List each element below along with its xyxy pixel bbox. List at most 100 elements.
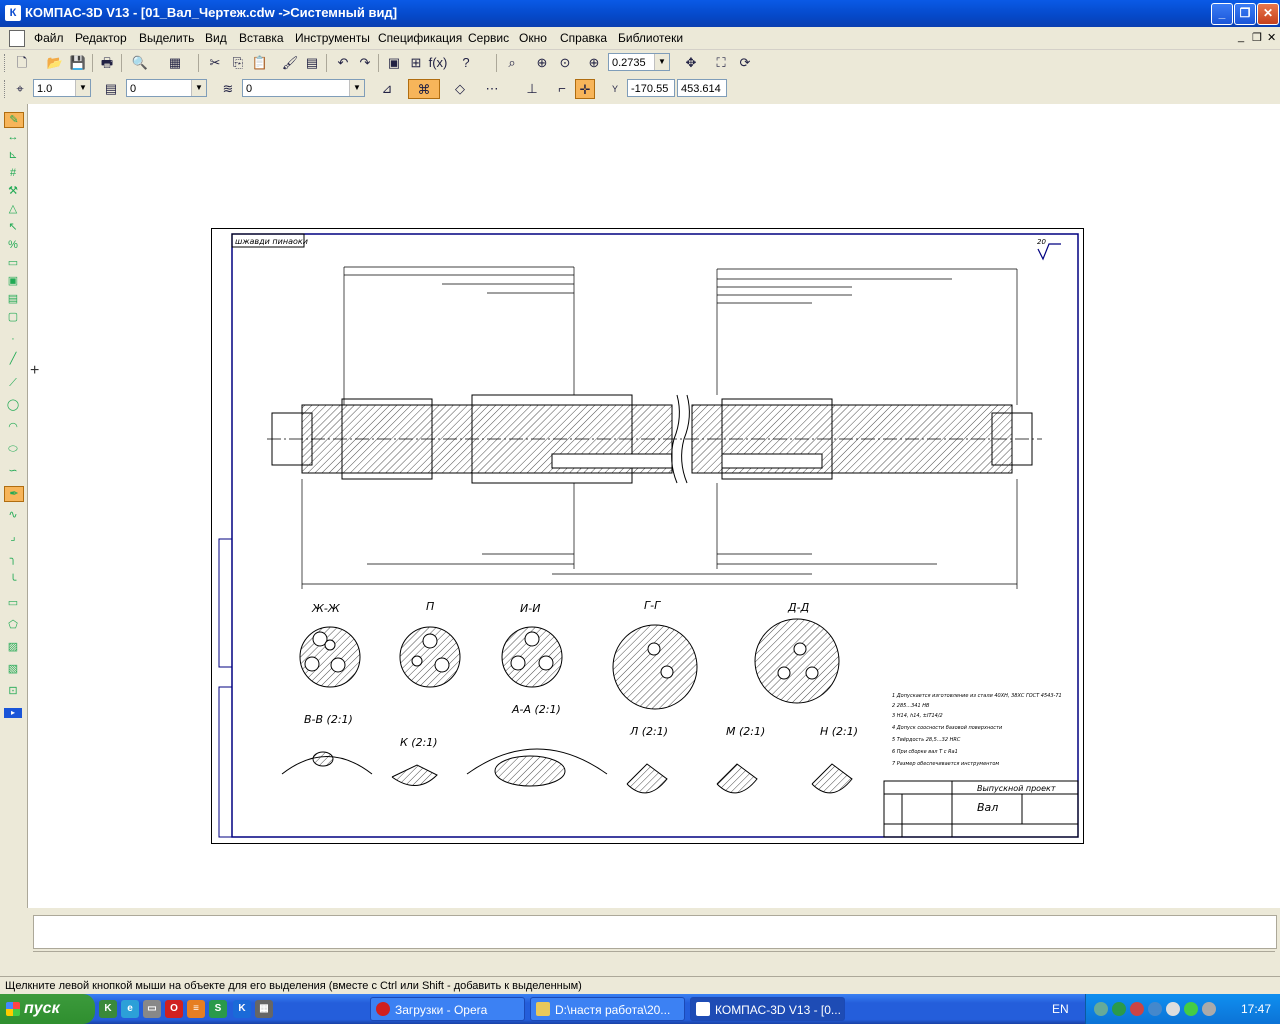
zoom-window-icon[interactable]: ⌕ [502,53,522,73]
menu-libraries[interactable]: Библиотеки [618,31,683,45]
cut-icon[interactable]: ✂ [205,53,225,73]
dimensions-icon[interactable]: ↔ [4,130,22,144]
tray-update-icon[interactable] [1184,1002,1198,1016]
contour-icon[interactable]: ⊡ [4,684,22,698]
measure-icon[interactable]: △ [4,202,22,216]
circle-icon[interactable]: ◯ [4,398,22,412]
menu-view[interactable]: Вид [205,31,227,45]
style-field[interactable]: 0 ▼ [242,79,365,97]
copy-icon[interactable]: ⎘ [228,53,248,73]
chevron-down-icon[interactable]: ▼ [349,80,364,96]
layers-icon[interactable]: ◇ [450,79,470,99]
fill-icon[interactable]: ▧ [4,662,22,676]
fragment-icon[interactable]: ▤ [4,292,22,306]
menu-editor[interactable]: Редактор [75,31,127,45]
preview-icon[interactable]: 🔍 [130,53,150,73]
menu-help[interactable]: Справка [560,31,607,45]
document-icon[interactable] [9,30,25,47]
refresh-icon[interactable]: ⟳ [735,53,755,73]
point-icon[interactable]: · [4,332,22,346]
view-icon[interactable]: ▢ [4,310,22,324]
zoom-icon[interactable]: ⊕ [584,53,604,73]
scale-field[interactable]: 1.0 ▼ [33,79,91,97]
toolbar-grip[interactable] [4,80,8,98]
zoom-in-icon[interactable]: ⊕ [532,53,552,73]
report-icon[interactable]: ▭ [4,256,22,270]
close-button[interactable]: ✕ [1257,3,1279,25]
zoom-scale-icon[interactable]: ⊙ [555,53,575,73]
style-icon[interactable]: ≋ [218,79,238,99]
language-indicator[interactable]: EN [1052,1002,1069,1016]
menu-file[interactable]: Файл [34,31,64,45]
start-button[interactable]: пуск [0,994,95,1024]
chevron-down-icon[interactable]: ▼ [654,54,669,70]
arc-icon[interactable]: ◠ [4,420,22,434]
spline-icon[interactable]: ∽ [4,464,22,478]
segment-icon[interactable]: ╱ [4,352,22,366]
hatch-icon[interactable]: ▨ [4,640,22,654]
quicklaunch-opera-icon[interactable]: O [165,1000,183,1018]
menu-insert[interactable]: Вставка [239,31,284,45]
polygon-icon[interactable]: ⬠ [4,618,22,632]
help-icon[interactable]: ? [456,53,476,73]
ortho-icon[interactable]: ⊥ [522,79,542,99]
menu-window[interactable]: Окно [519,31,547,45]
drawing-sheet[interactable]: шжавди пинаоки 20 Ж-Ж П И-И Г-Г Д-Д В-В … [211,228,1084,844]
round-icon[interactable]: ⌐ [552,79,572,99]
format-brush-icon[interactable]: 🖌 [280,53,300,73]
tray-speaker-icon[interactable] [1202,1002,1216,1016]
minimize-button[interactable]: _ [1211,3,1233,25]
fillet-icon[interactable]: ╮ [4,552,22,566]
paste-icon[interactable]: 📋 [250,53,270,73]
zoom-field[interactable]: 0.2735 ▼ [608,53,670,71]
fillet2-icon[interactable]: ╰ [4,574,22,588]
mdi-restore-button[interactable]: ❐ [1252,31,1262,44]
local-cs-icon[interactable]: ⊿ [377,79,397,99]
new-document-icon[interactable]: 🗋 [12,53,32,73]
menu-specification[interactable]: Спецификация [378,31,462,45]
polyline-icon[interactable]: ∿ [4,508,22,522]
tray-antivirus-icon[interactable] [1130,1002,1144,1016]
tray-volume-icon[interactable] [1166,1002,1180,1016]
grid-icon[interactable]: ⋯ [482,79,502,99]
print-icon[interactable]: 🖶 [97,53,117,73]
quicklaunch-skype-icon[interactable]: S [209,1000,227,1018]
edit-icon[interactable]: # [4,166,22,180]
function-icon[interactable]: f(x) [428,53,448,73]
chevron-down-icon[interactable]: ▼ [191,80,206,96]
layer-icon[interactable]: ▤ [101,79,121,99]
coord-y-field[interactable]: 453.614 [677,79,727,97]
layer-field[interactable]: 0 ▼ [126,79,207,97]
chevron-right-icon[interactable]: ▸ [4,708,22,718]
snap-icon[interactable]: ⌘ [408,79,440,99]
cursor-coordinates-icon[interactable]: ✛ [575,79,595,99]
toolbar-grip[interactable] [4,54,8,72]
tray-network-icon[interactable] [1148,1002,1162,1016]
open-folder-icon[interactable]: 📂 [45,53,65,73]
quicklaunch-explorer-icon[interactable]: ▦ [255,1000,273,1018]
quicklaunch-kompas2-icon[interactable]: K [233,1000,251,1018]
task-kompas[interactable]: КОМПАС-3D V13 - [0... [690,997,845,1021]
menu-tools[interactable]: Инструменты [295,31,370,45]
rectangle-icon[interactable]: ▭ [4,596,22,610]
menu-select[interactable]: Выделить [139,31,194,45]
manager-icon[interactable]: ▦ [165,53,185,73]
spec-icon[interactable]: % [4,238,22,252]
property-area[interactable] [33,915,1277,949]
bezier-icon[interactable]: ✒ [4,486,24,502]
tray-app-icon[interactable] [1094,1002,1108,1016]
mdi-minimize-button[interactable]: _ [1238,31,1244,43]
menu-service[interactable]: Сервис [468,31,509,45]
line-icon[interactable]: ⟋ [4,376,22,390]
chamfer-icon[interactable]: ⌟ [4,530,22,544]
quicklaunch-browser-icon[interactable]: e [121,1000,139,1018]
insert-icon[interactable]: ▣ [4,274,22,288]
save-icon[interactable]: 💾 [68,53,88,73]
coord-x-field[interactable]: -170.55 [627,79,675,97]
task-opera[interactable]: Загрузки - Opera [370,997,525,1021]
undo-icon[interactable]: ↶ [333,53,353,73]
chevron-down-icon[interactable]: ▼ [75,80,90,96]
select-icon[interactable]: ↖ [4,220,22,234]
variables-icon[interactable]: ⊞ [406,53,426,73]
redo-icon[interactable]: ↷ [355,53,375,73]
